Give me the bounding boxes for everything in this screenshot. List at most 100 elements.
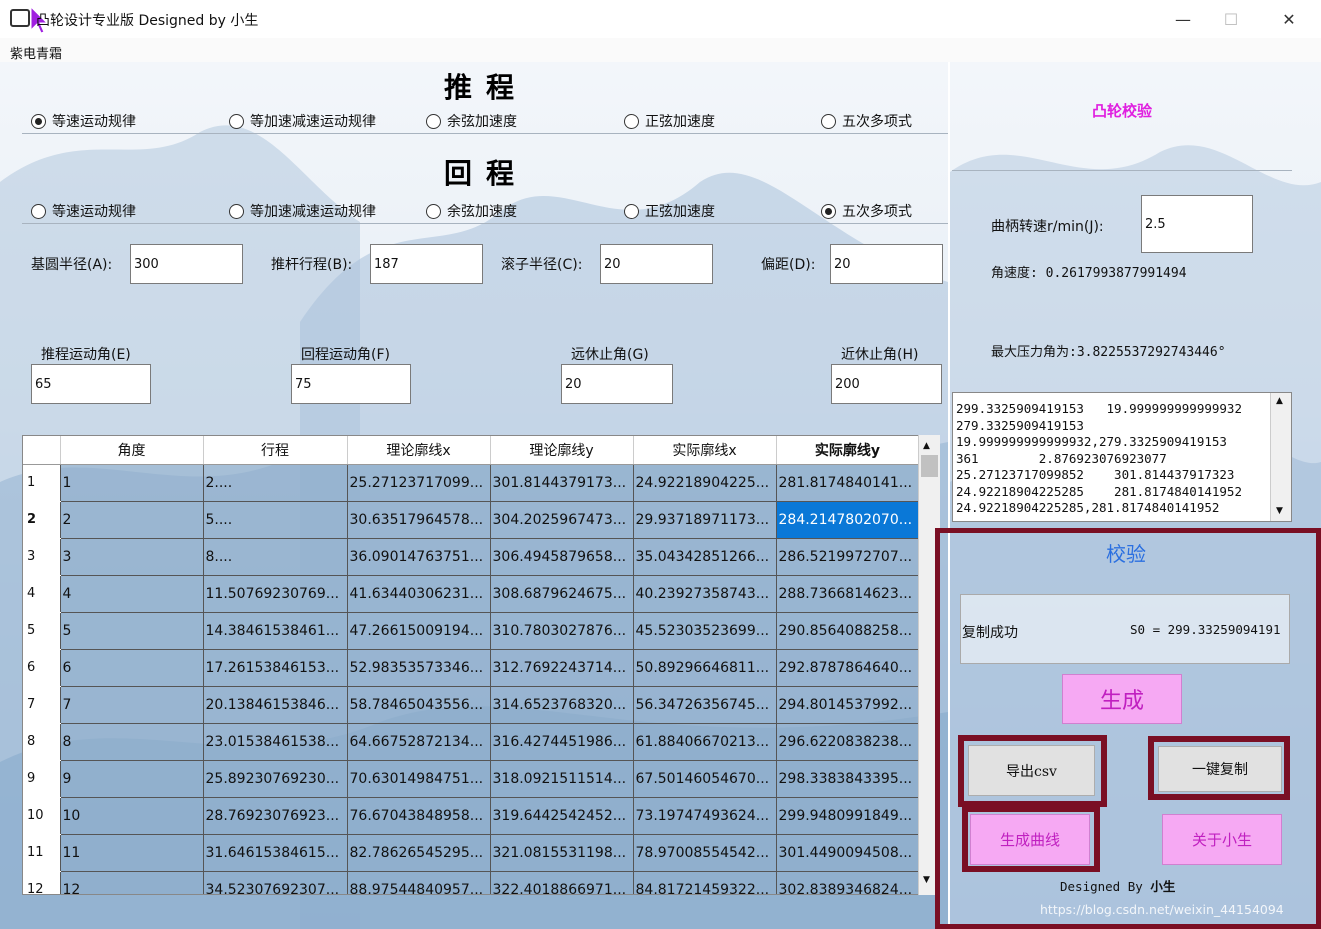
table-cell[interactable]: 64.66752872134... [346,722,491,761]
row-header[interactable]: 12 [23,871,60,894]
scroll-down-icon[interactable]: ▼ [1276,506,1283,516]
table-cell[interactable]: 73.19747493624... [632,796,777,835]
scroll-down-icon[interactable]: ▼ [923,875,930,885]
row-header[interactable]: 3 [23,538,60,576]
offset-input[interactable]: 20 [830,244,943,284]
return-angle-input[interactable]: 75 [291,364,411,404]
table-cell[interactable]: 292.8787864640... [775,648,920,687]
column-header-actual-y[interactable]: 实际廓线y [776,436,920,465]
column-header-stroke[interactable]: 行程 [203,436,348,465]
table-cell[interactable]: 296.6220838238... [775,722,920,761]
push-angle-input[interactable]: 65 [31,364,151,404]
scroll-thumb[interactable] [921,455,938,477]
copy-all-button[interactable]: 一键复制 [1158,746,1282,792]
output-log[interactable]: 299.3325909419153 19.999999999999932 279.… [952,392,1292,522]
maximize-button[interactable]: ☐ [1208,0,1254,38]
table-cell[interactable]: 319.6442542452... [489,796,634,835]
close-button[interactable]: ✕ [1266,0,1312,38]
table-cell[interactable]: 88.97544840957... [346,870,491,894]
table-cell[interactable]: 36.09014763751... [346,537,491,576]
return-radio-parabolic[interactable]: 等加速减速运动规律 [229,201,376,221]
table-cell[interactable]: 35.04342851266... [632,537,777,576]
about-button[interactable]: 关于小生 [1162,814,1282,865]
table-cell[interactable]: 11.50769230769... [202,574,348,613]
table-cell[interactable]: 286.5219972707... [775,537,920,576]
table-row[interactable]: 3 3 8.... 36.09014763751... 306.4945879658..… [23,537,920,576]
table-cell[interactable]: 2.... [202,463,348,502]
row-header[interactable]: 7 [23,686,60,724]
table-cell[interactable]: 17.26153846153... [202,648,348,687]
push-radio-quintic[interactable]: 五次多项式 [821,111,912,131]
log-scrollbar[interactable]: ▲ ▼ [1270,393,1291,521]
table-cell[interactable]: 34.52307692307... [202,870,348,894]
base-radius-input[interactable]: 300 [130,244,243,284]
push-radio-parabolic[interactable]: 等加速减速运动规律 [229,111,376,131]
table-cell[interactable]: 10 [59,796,204,835]
table-cell[interactable]: 70.63014984751... [346,759,491,798]
row-header[interactable]: 9 [23,760,60,798]
table-cell[interactable]: 41.63440306231... [346,574,491,613]
table-cell[interactable]: 52.98353573346... [346,648,491,687]
table-cell[interactable]: 301.4490094508... [775,833,920,872]
table-cell[interactable]: 8.... [202,537,348,576]
stroke-input[interactable]: 187 [370,244,483,284]
data-grid[interactable]: 角度 行程 理论廓线x 理论廓线y 实际廓线x 实际廓线y 1 1 2.... 25.… [22,435,940,895]
table-cell[interactable]: 84.81721459322... [632,870,777,894]
table-row[interactable]: 7 7 20.13846153846... 58.78465043556... 314.… [23,685,920,724]
push-radio-sine[interactable]: 正弦加速度 [624,111,715,131]
table-cell[interactable]: 310.7803027876... [489,611,634,650]
table-cell[interactable]: 5.... [202,500,348,539]
table-cell[interactable]: 284.2147802070... [775,500,920,539]
table-cell[interactable]: 8 [59,722,204,761]
table-cell[interactable]: 25.27123717099... [346,463,491,502]
return-radio-uniform[interactable]: 等速运动规律 [31,201,136,221]
table-cell[interactable]: 9 [59,759,204,798]
return-radio-sine[interactable]: 正弦加速度 [624,201,715,221]
table-cell[interactable]: 281.8174840141... [775,463,920,502]
row-header[interactable]: 10 [23,797,60,835]
table-row[interactable]: 12 12 34.52307692307... 88.97544840957... 32… [23,870,920,894]
return-radio-quintic[interactable]: 五次多项式 [821,201,912,221]
export-csv-button[interactable]: 导出csv [968,745,1095,796]
generate-button[interactable]: 生成 [1062,674,1182,724]
table-cell[interactable]: 76.67043848958... [346,796,491,835]
table-row[interactable]: 2 2 5.... 30.63517964578... 304.2025967473..… [23,500,920,539]
table-cell[interactable]: 20.13846153846... [202,685,348,724]
table-cell[interactable]: 67.50146054670... [632,759,777,798]
row-header[interactable]: 1 [23,464,60,502]
table-cell[interactable]: 314.6523768320... [489,685,634,724]
table-row[interactable]: 6 6 17.26153846153... 52.98353573346... 312.… [23,648,920,687]
table-cell[interactable]: 50.89296646811... [632,648,777,687]
column-header-angle[interactable]: 角度 [60,436,204,465]
row-header[interactable]: 5 [23,612,60,650]
table-cell[interactable]: 5 [59,611,204,650]
row-header[interactable]: 11 [23,834,60,872]
minimize-button[interactable]: — [1160,0,1206,38]
table-cell[interactable]: 298.3383843395... [775,759,920,798]
table-cell[interactable]: 78.97008554542... [632,833,777,872]
table-cell[interactable]: 304.2025967473... [489,500,634,539]
column-header-actual-x[interactable]: 实际廓线x [633,436,777,465]
table-cell[interactable]: 61.88406670213... [632,722,777,761]
table-cell[interactable]: 318.0921511514... [489,759,634,798]
table-cell[interactable]: 316.4274451986... [489,722,634,761]
table-cell[interactable]: 82.78626545295... [346,833,491,872]
table-cell[interactable]: 31.64615384615... [202,833,348,872]
table-cell[interactable]: 24.92218904225... [632,463,777,502]
table-cell[interactable]: 7 [59,685,204,724]
column-header-theory-y[interactable]: 理论廓线y [490,436,634,465]
table-cell[interactable]: 294.8014537992... [775,685,920,724]
table-row[interactable]: 1 1 2.... 25.27123717099... 301.8144379173..… [23,463,920,502]
generate-curve-button[interactable]: 生成曲线 [970,814,1090,865]
table-cell[interactable]: 28.76923076923... [202,796,348,835]
table-row[interactable]: 5 5 14.38461538461... 47.26615009194... 310.… [23,611,920,650]
table-cell[interactable]: 12 [59,870,204,894]
row-header[interactable]: 2 [23,501,60,539]
column-header-theory-x[interactable]: 理论廓线x [347,436,491,465]
table-cell[interactable]: 290.8564088258... [775,611,920,650]
roller-radius-input[interactable]: 20 [600,244,713,284]
table-cell[interactable]: 11 [59,833,204,872]
table-cell[interactable]: 308.6879624675... [489,574,634,613]
table-row[interactable]: 10 10 28.76923076923... 76.67043848958... 31… [23,796,920,835]
push-radio-cosine[interactable]: 余弦加速度 [426,111,517,131]
